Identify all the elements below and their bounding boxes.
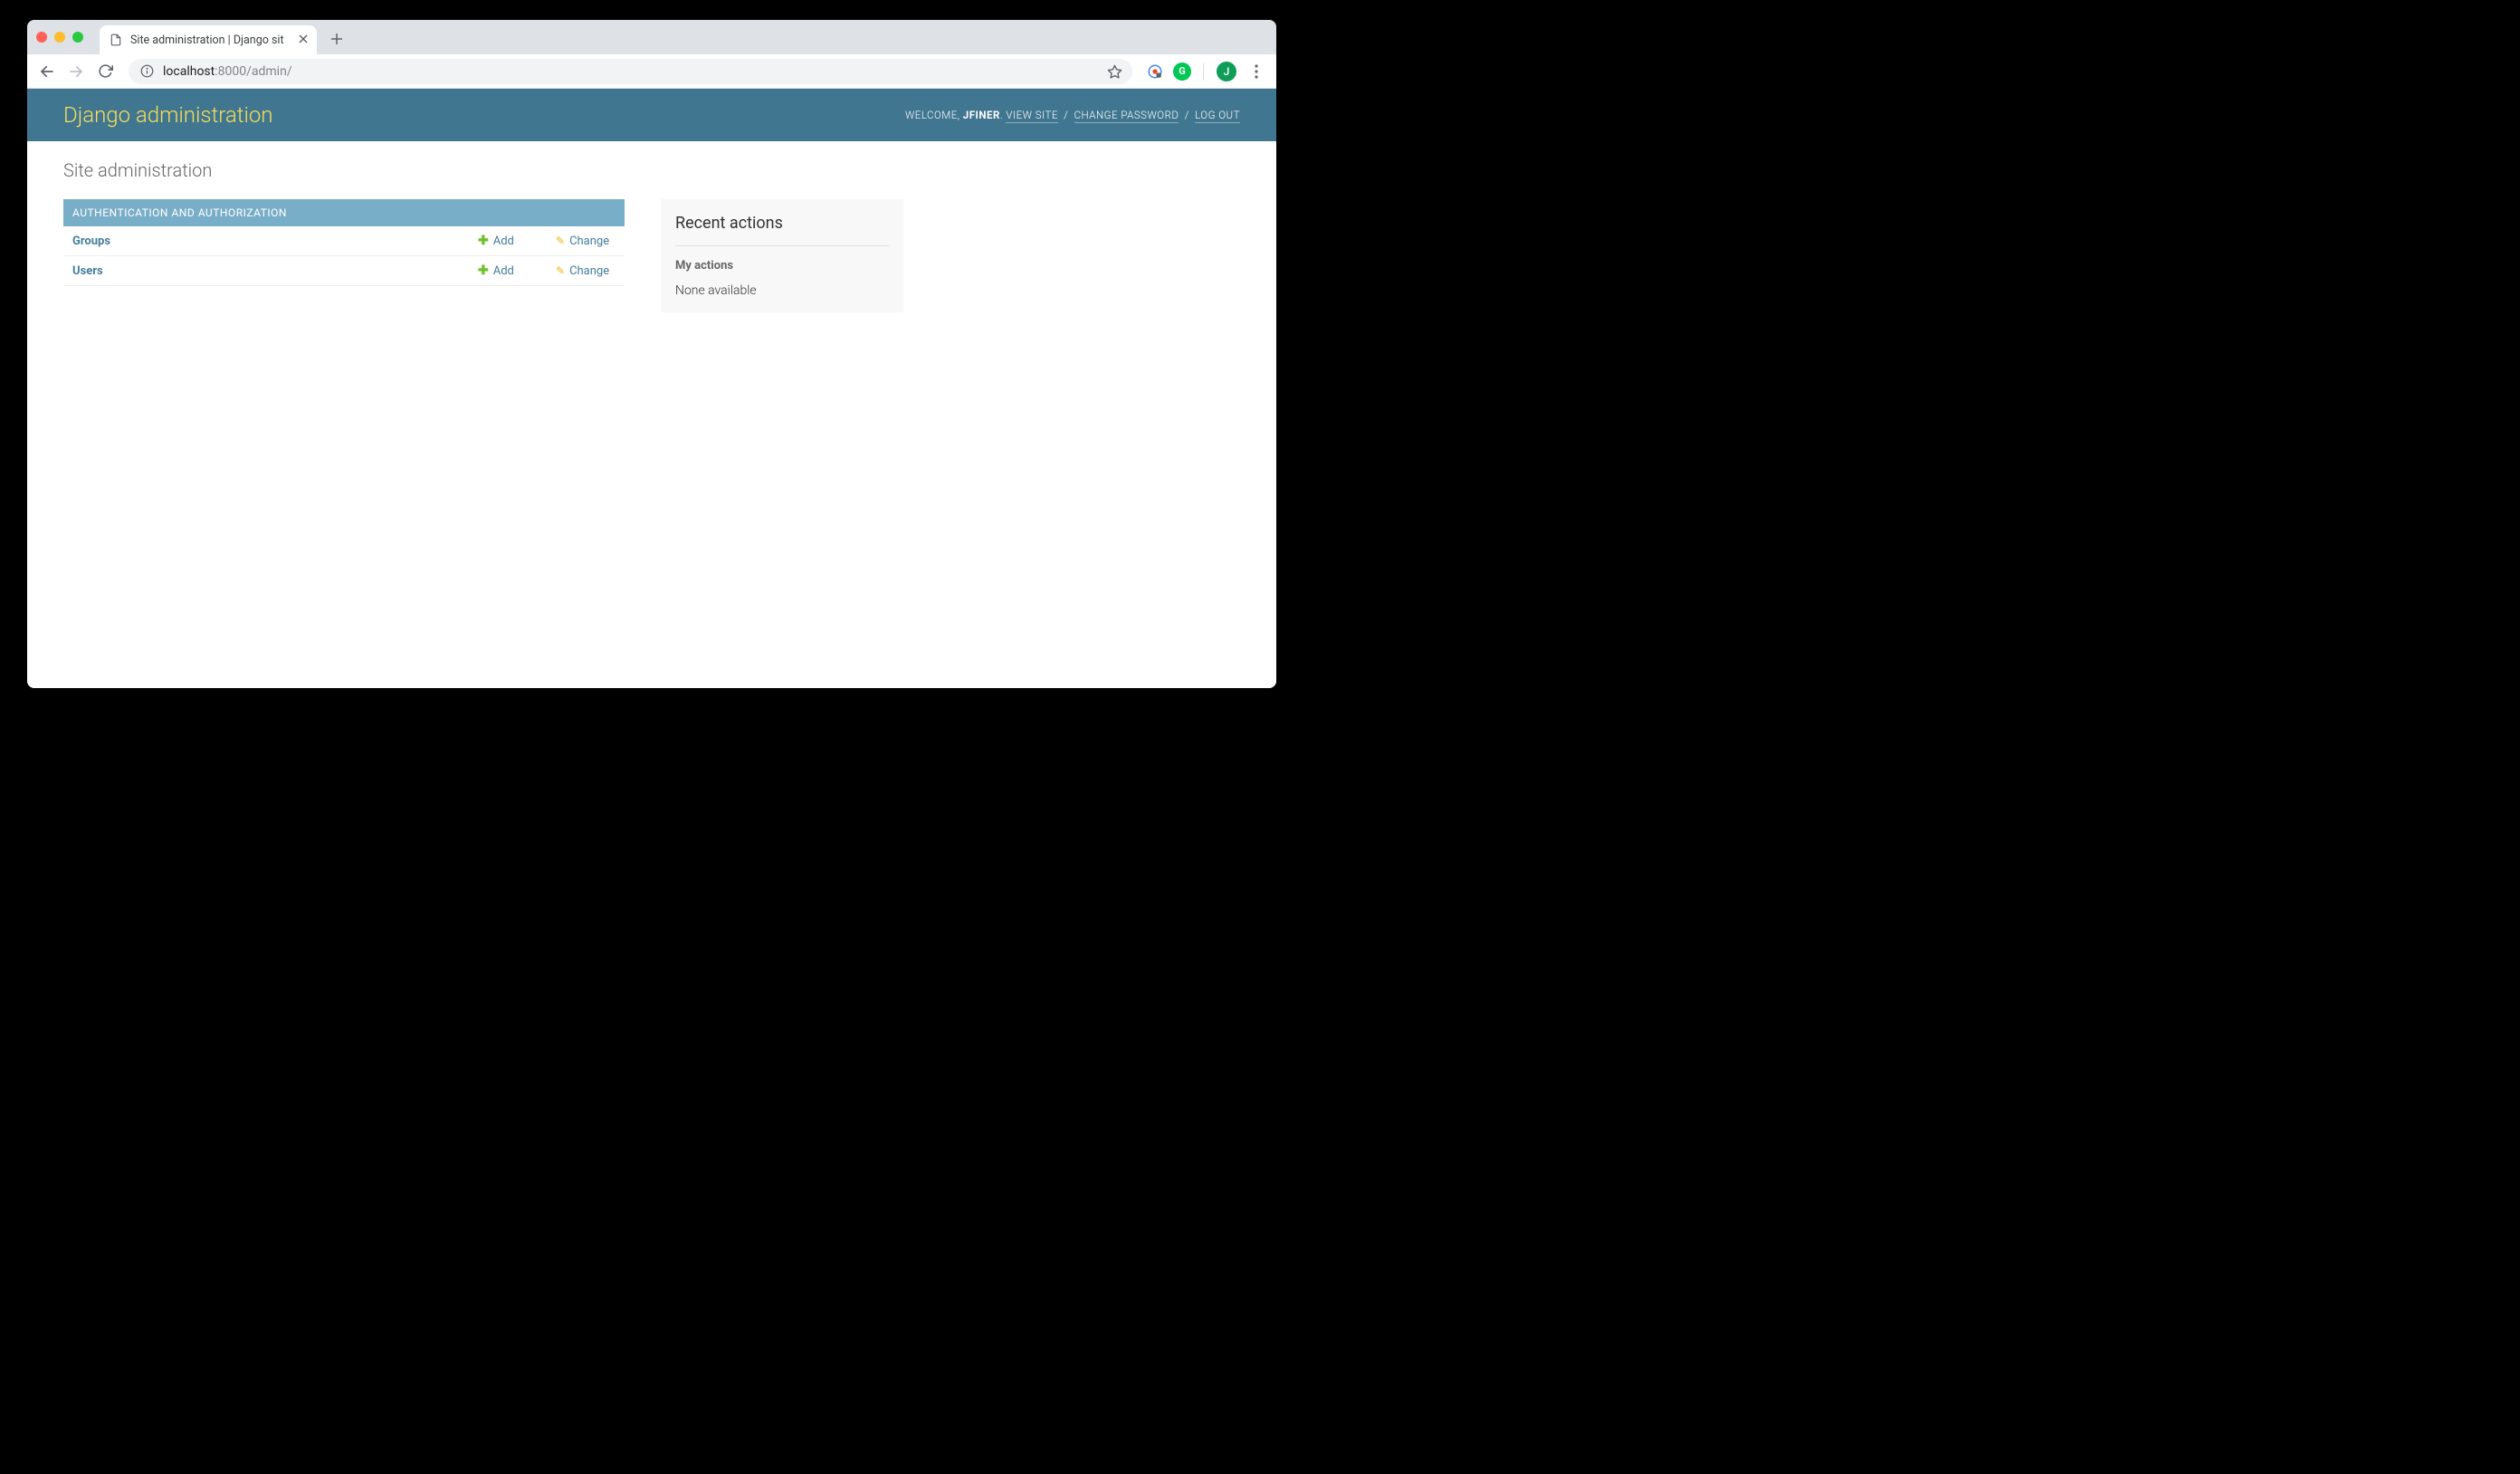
avatar-initial: J (1224, 65, 1230, 78)
user-tools: WELCOME, JFINER. VIEW SITE / CHANGE PASS… (905, 109, 1240, 121)
browser-tab[interactable]: Site administration | Django sit (100, 25, 317, 54)
change-label: Change (569, 234, 609, 248)
grammarly-extension-icon[interactable]: G (1173, 62, 1191, 81)
logout-link[interactable]: LOG OUT (1195, 109, 1240, 123)
welcome-text: WELCOME, (905, 109, 963, 121)
recent-actions-module: Recent actions My actions None available (661, 199, 903, 312)
separator: / (1181, 109, 1192, 121)
pencil-icon: ✎ (556, 234, 565, 247)
address-bar[interactable]: localhost:8000/admin/ (129, 59, 1132, 84)
model-row-users: Users ✚ Add ✎ Change (63, 256, 625, 286)
pencil-icon: ✎ (556, 264, 565, 277)
change-label: Change (569, 264, 609, 278)
module-caption: AUTHENTICATION AND AUTHORIZATION (63, 199, 625, 226)
close-tab-button[interactable] (299, 33, 308, 47)
model-link-users[interactable]: Users (72, 264, 460, 278)
maximize-window-button[interactable] (72, 32, 83, 43)
page-viewport: Django administration WELCOME, JFINER. V… (27, 89, 1276, 688)
content: Site administration AUTHENTICATION AND A… (27, 141, 1276, 330)
django-header: Django administration WELCOME, JFINER. V… (27, 89, 1276, 141)
new-tab-button[interactable] (324, 26, 349, 52)
browser-window: Site administration | Django sit localho… (27, 20, 1276, 688)
extension-icon[interactable] (1146, 62, 1164, 81)
empty-actions-text: None available (675, 283, 889, 298)
change-password-link[interactable]: CHANGE PASSWORD (1074, 109, 1179, 123)
page-icon (109, 33, 123, 47)
model-row-groups: Groups ✚ Add ✎ Change (63, 226, 625, 256)
url-text: localhost:8000/admin/ (163, 64, 292, 79)
sidebar: Recent actions My actions None available (661, 199, 903, 312)
view-site-link[interactable]: VIEW SITE (1006, 109, 1057, 123)
app-list: AUTHENTICATION AND AUTHORIZATION Groups … (63, 199, 625, 312)
auth-module: AUTHENTICATION AND AUTHORIZATION Groups … (63, 199, 625, 286)
add-users-link[interactable]: ✚ Add (478, 263, 538, 278)
url-path: :8000/admin/ (215, 64, 291, 79)
close-window-button[interactable] (36, 32, 47, 43)
tab-title: Site administration | Django sit (130, 34, 291, 47)
window-controls (36, 32, 83, 43)
minimize-window-button[interactable] (54, 32, 65, 43)
main-columns: AUTHENTICATION AND AUTHORIZATION Groups … (63, 199, 1240, 312)
add-label: Add (493, 234, 514, 248)
model-link-groups[interactable]: Groups (72, 234, 460, 248)
reload-button[interactable] (92, 59, 118, 84)
plus-icon: ✚ (478, 263, 489, 278)
profile-avatar[interactable]: J (1217, 62, 1236, 81)
url-host: localhost (163, 64, 215, 79)
recent-actions-heading: Recent actions (675, 214, 889, 246)
username: JFINER (963, 109, 1000, 121)
browser-toolbar: localhost:8000/admin/ G J (27, 54, 1276, 89)
bookmark-icon[interactable] (1107, 64, 1122, 79)
change-users-link[interactable]: ✎ Change (556, 264, 616, 278)
page-heading: Site administration (63, 159, 1240, 181)
forward-button[interactable] (63, 59, 89, 84)
separator: / (1061, 109, 1072, 121)
browser-menu-button[interactable] (1244, 59, 1269, 84)
change-groups-link[interactable]: ✎ Change (556, 234, 616, 248)
my-actions-heading: My actions (675, 259, 889, 273)
site-info-icon[interactable] (139, 64, 154, 79)
plus-icon: ✚ (478, 234, 489, 248)
add-label: Add (493, 264, 514, 278)
add-groups-link[interactable]: ✚ Add (478, 234, 538, 248)
tab-bar: Site administration | Django sit (27, 20, 1276, 54)
site-title: Django administration (63, 102, 273, 128)
toolbar-divider (1203, 63, 1204, 80)
back-button[interactable] (34, 59, 60, 84)
